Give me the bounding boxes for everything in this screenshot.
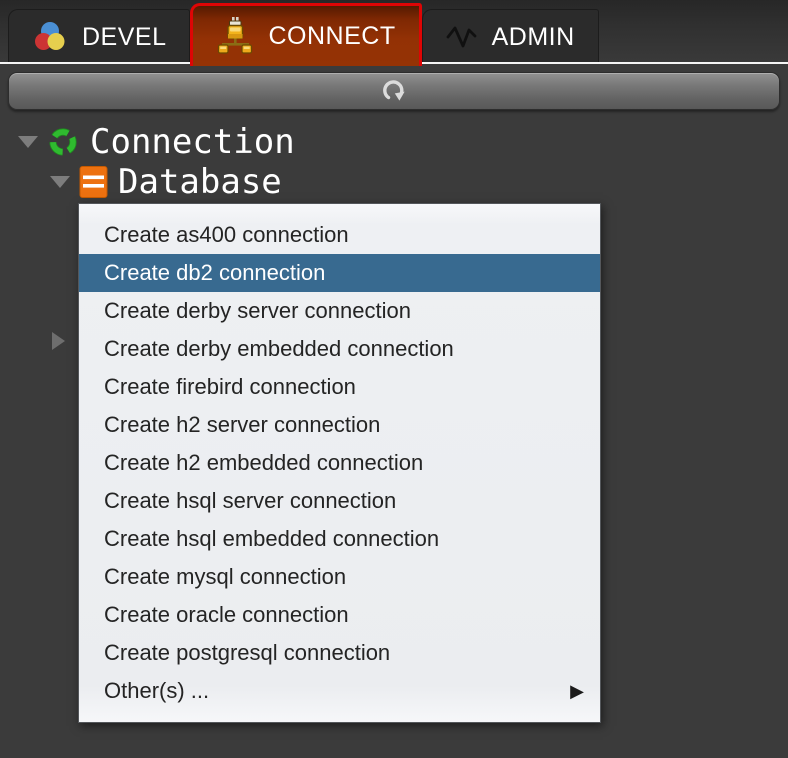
menu-item-postgresql[interactable]: Create postgresql connection [79,634,600,672]
tab-connect-label: CONNECT [268,21,396,50]
menu-item-firebird[interactable]: Create firebird connection [79,368,600,406]
menu-item-as400[interactable]: Create as400 connection [79,216,600,254]
menu-item-mysql[interactable]: Create mysql connection [79,558,600,596]
connection-ring-icon [46,125,80,159]
tab-connect[interactable]: CONNECT [190,3,422,66]
tree-label-connection: Connection [90,122,295,162]
submenu-arrow-icon: ▶ [570,680,584,701]
tab-devel[interactable]: DEVEL [8,9,191,64]
expander-down-icon[interactable] [50,176,70,188]
menu-item-h2-server[interactable]: Create h2 server connection [79,406,600,444]
menu-item-h2-embedded[interactable]: Create h2 embedded connection [79,444,600,482]
refresh-button[interactable] [8,72,780,110]
tab-bar: DEVEL CONNECT ADMIN [0,0,788,66]
tab-devel-label: DEVEL [82,22,167,51]
expander-right-icon[interactable] [52,332,65,350]
connection-tree: Connection Database [0,110,788,202]
menu-item-derby-server[interactable]: Create derby server connection [79,292,600,330]
tree-row-connection[interactable]: Connection [0,122,788,162]
menu-item-db2[interactable]: Create db2 connection [79,254,600,292]
pulse-icon [446,21,478,53]
menu-item-hsql-server[interactable]: Create hsql server connection [79,482,600,520]
tree-label-database: Database [118,162,282,202]
create-connection-menu: Create as400 connection Create db2 conne… [78,203,601,723]
connector-icon [216,16,254,56]
palette-icon [32,20,68,54]
refresh-icon [379,76,409,106]
expander-down-icon[interactable] [18,136,38,148]
tab-admin[interactable]: ADMIN [421,9,599,64]
menu-item-hsql-embedded[interactable]: Create hsql embedded connection [79,520,600,558]
tree-row-database[interactable]: Database [0,162,788,202]
tab-admin-label: ADMIN [491,22,575,51]
database-icon [79,165,108,199]
menu-item-others[interactable]: Other(s) ... ▶ [79,672,600,710]
menu-item-oracle[interactable]: Create oracle connection [79,596,600,634]
menu-item-derby-embedded[interactable]: Create derby embedded connection [79,330,600,368]
